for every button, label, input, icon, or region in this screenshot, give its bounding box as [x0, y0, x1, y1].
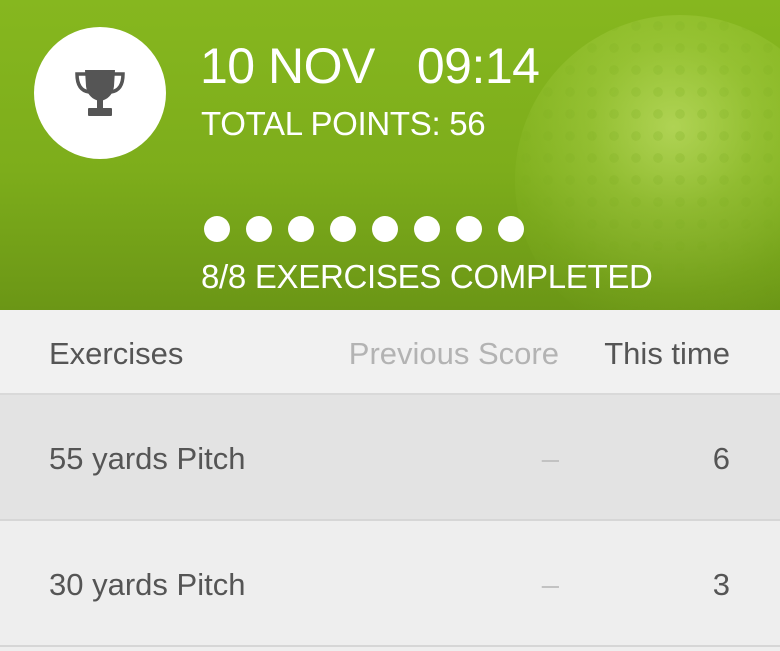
exercise-dot: [456, 216, 482, 242]
exercise-dot: [498, 216, 524, 242]
total-points: TOTAL POINTS: 56: [201, 105, 486, 142]
exercise-dot: [414, 216, 440, 242]
column-header-exercises: Exercises: [49, 336, 184, 371]
scores-table: Exercises Previous Score This time 55 ya…: [0, 310, 780, 647]
session-datetime: 10 NOV 09:14: [200, 38, 540, 94]
exercise-dot: [246, 216, 272, 242]
previous-score: –: [541, 441, 559, 476]
table-header: Exercises Previous Score This time: [0, 310, 780, 395]
previous-score: –: [541, 567, 559, 602]
trophy-avatar: [34, 27, 166, 159]
session-date: 10 NOV: [200, 38, 375, 94]
exercise-dot: [330, 216, 356, 242]
exercise-name: 55 yards Pitch: [49, 441, 246, 476]
results-header: 10 NOV 09:14 TOTAL POINTS: 56 8/8 EXERCIS…: [0, 0, 780, 310]
session-time: 09:14: [416, 38, 540, 94]
exercise-dot: [372, 216, 398, 242]
exercise-dot: [288, 216, 314, 242]
this-time-score: 3: [712, 567, 730, 602]
column-header-previous-score: Previous Score: [348, 336, 559, 371]
table-row[interactable]: 55 yards Pitch – 6: [0, 395, 780, 521]
table-row[interactable]: 30 yards Pitch – 3: [0, 521, 780, 647]
trophy-icon: [75, 70, 125, 116]
exercise-name: 30 yards Pitch: [49, 567, 246, 602]
exercises-completed-label: 8/8 EXERCISES COMPLETED: [201, 258, 653, 295]
exercise-progress-dots: [204, 216, 524, 242]
this-time-score: 6: [712, 441, 730, 476]
exercise-dot: [204, 216, 230, 242]
column-header-this-time: This time: [604, 336, 730, 371]
